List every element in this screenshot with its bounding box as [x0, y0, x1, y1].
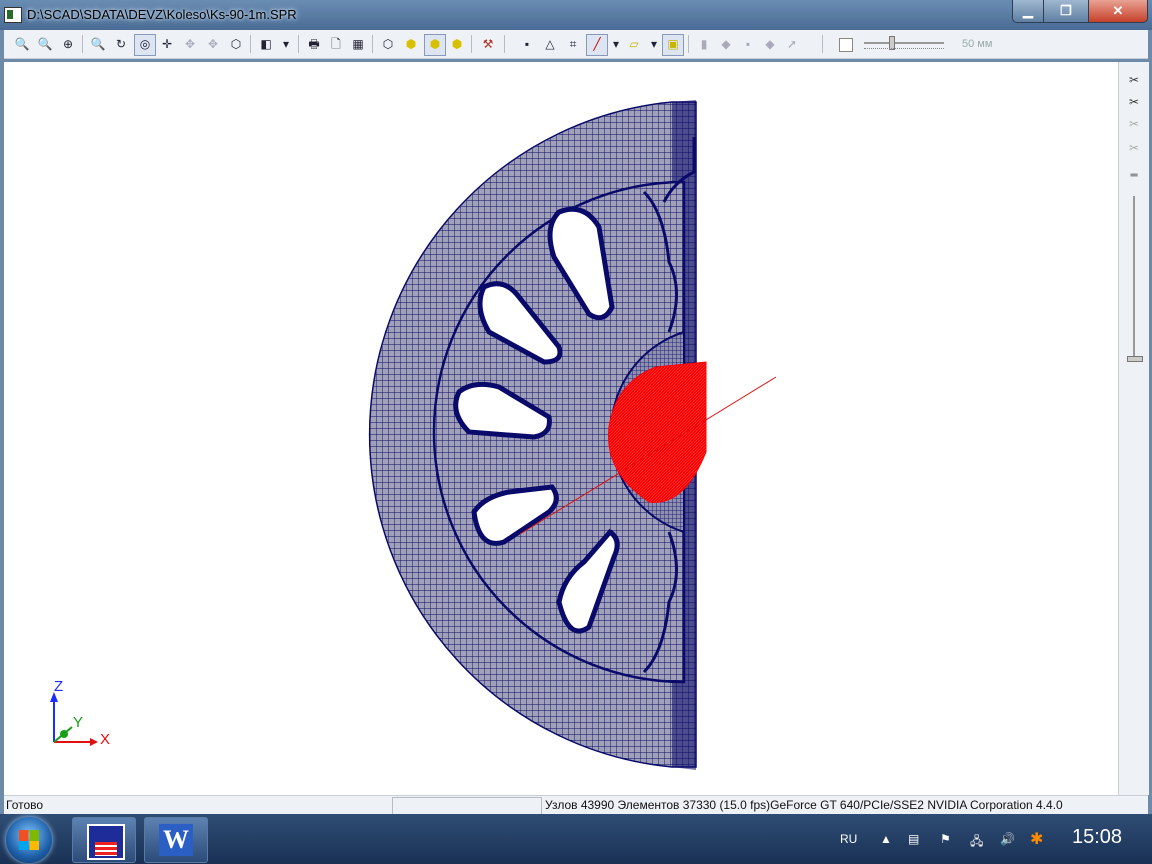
window-title: D:\SCAD\SDATA\DEVZ\Koleso\Ks-90-1m.SPR	[27, 7, 297, 22]
floppy-icon	[87, 824, 125, 860]
print-icon[interactable]: 🖶	[304, 34, 324, 54]
taskbar: W RU ▲ ▤ ⚑ 🖧 🔊 ✱ 15:08	[0, 814, 1152, 864]
language-indicator[interactable]: RU	[840, 832, 857, 846]
right-toolbar: ✂ ✂ ✂ ✂ ═	[1118, 62, 1149, 795]
volume-icon[interactable]: 🔊	[1000, 832, 1015, 846]
section-slider-thumb[interactable]	[1127, 356, 1143, 362]
cut-icon[interactable]: ✂	[1126, 72, 1142, 88]
status-panel	[392, 797, 542, 815]
word-icon: W	[159, 824, 193, 856]
slider-ticks	[864, 48, 944, 52]
section-icon[interactable]: ═	[1126, 168, 1142, 184]
status-bar: Готово Узлов 43990 Элементов 37330 (15.0…	[4, 795, 1148, 815]
preview-icon[interactable]: 🗋	[326, 34, 346, 54]
view-cube-icon[interactable]: ⬡	[226, 34, 246, 54]
distance-label: 50 мм	[962, 38, 993, 50]
toolbar-separator	[298, 35, 299, 53]
axis-y-label: Y	[73, 714, 84, 731]
wheel-mesh-model	[50, 100, 777, 770]
taskbar-scad-button[interactable]	[72, 817, 136, 863]
transparent-icon[interactable]: ⬢	[447, 34, 467, 54]
zoom-fit-icon[interactable]: ⊕	[58, 34, 78, 54]
line-icon[interactable]: ╱	[586, 34, 608, 56]
export-icon[interactable]: ▦	[348, 34, 368, 54]
axis-z-label: Z	[54, 678, 64, 695]
erase-disabled-icon: ◆	[721, 37, 731, 51]
toolbar-separator	[471, 35, 472, 53]
maximize-button[interactable]: ❐	[1043, 0, 1089, 23]
move-icon[interactable]: ✛	[157, 34, 177, 54]
tag-disabled-icon: ◆	[765, 37, 775, 51]
cut-plane-icon[interactable]: ✂	[1126, 94, 1142, 110]
projection-icon[interactable]: ◧	[256, 34, 276, 54]
zoom-window-icon[interactable]: 🔍	[88, 34, 108, 54]
network-icon[interactable]: 🖧	[970, 832, 983, 853]
solid-element-icon[interactable]: ▣	[662, 34, 684, 56]
rotate-icon[interactable]: ↻	[111, 34, 131, 54]
distance-slider[interactable]	[864, 42, 944, 44]
minimize-button[interactable]: ▁	[1012, 0, 1044, 23]
start-button[interactable]	[6, 817, 52, 863]
box-disabled-icon: ▪	[745, 37, 751, 51]
chevron-down-icon[interactable]: ▾	[606, 34, 626, 54]
zoom-in-icon[interactable]: 🔍	[12, 34, 32, 54]
toolbar-separator	[82, 35, 83, 53]
node-icon[interactable]: ▪	[517, 34, 537, 54]
toolbar-separator	[688, 35, 689, 53]
section-slider[interactable]	[1133, 196, 1135, 356]
status-ready: Готово	[6, 798, 44, 812]
main-toolbar: 🔍 🔍 ⊕ 🔍 ↻ ◎ ✛ ✥ ✥ ⬡ ◧ ▾ 🖶 🗋 ▦ ⬡ ⬢ ⬢ ⬢ ⚒ …	[4, 30, 1148, 59]
target-icon[interactable]: ◎	[134, 34, 156, 56]
tools-icon[interactable]: ⚒	[478, 34, 498, 54]
taskbar-word-button[interactable]: W	[144, 817, 208, 863]
cut-off-icon: ✂	[1128, 141, 1140, 155]
wireframe-icon[interactable]: ⬡	[378, 34, 398, 54]
pan-icon[interactable]: ✥	[180, 34, 200, 54]
distance-checkbox[interactable]	[839, 38, 853, 52]
chevron-down-icon[interactable]: ▾	[276, 34, 296, 54]
shaded-icon[interactable]: ⬢	[424, 34, 446, 56]
plate-icon[interactable]: ▱	[624, 34, 644, 54]
windows-logo-icon-lower	[19, 841, 39, 850]
toolbar-separator	[250, 35, 251, 53]
status-info: Узлов 43990 Элементов 37330 (15.0 fps)Ge…	[545, 798, 1063, 812]
minimize-icon: ▁	[1023, 3, 1033, 18]
clock[interactable]: 15:08	[1072, 826, 1122, 849]
antivirus-icon[interactable]: ✱	[1030, 829, 1043, 849]
grid-icon[interactable]: ⌗	[563, 34, 583, 54]
chevron-down-icon[interactable]: ▾	[644, 34, 664, 54]
pan-rotate-icon[interactable]: ✥	[203, 34, 223, 54]
model-viewport[interactable]: Z Y X	[4, 62, 1118, 795]
title-bar: D:\SCAD\SDATA\DEVZ\Koleso\Ks-90-1m.SPR ▁…	[0, 0, 1152, 30]
close-button[interactable]: ✕	[1088, 0, 1148, 23]
show-hidden-icons-icon[interactable]: ▲	[880, 832, 892, 846]
triangle-icon[interactable]: △	[540, 34, 560, 54]
toolbar-separator	[822, 35, 823, 53]
toolbar-separator	[372, 35, 373, 53]
action-center-flag-icon[interactable]: ⚑	[940, 832, 951, 846]
cut-disabled-icon: ✂	[1128, 117, 1140, 131]
solid-yellow-icon[interactable]: ⬢	[401, 34, 421, 54]
close-icon: ✕	[1112, 3, 1124, 18]
fill-disabled-icon: ▮	[700, 37, 708, 51]
axis-x-label: X	[100, 731, 111, 748]
toolbar-separator	[504, 35, 505, 53]
tray-app-icon[interactable]: ▤	[908, 832, 919, 846]
restore-icon: ❐	[1060, 3, 1072, 18]
app-icon	[4, 7, 22, 23]
zoom-out-icon[interactable]: 🔍	[35, 34, 55, 54]
arrow-disabled-icon: ➚	[786, 37, 798, 51]
